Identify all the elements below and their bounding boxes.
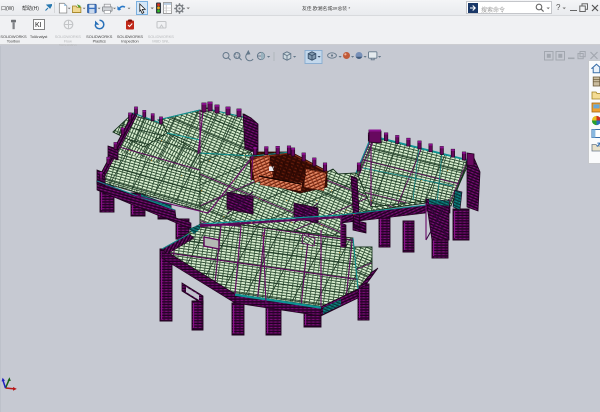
svg-text:KI: KI: [35, 22, 42, 29]
